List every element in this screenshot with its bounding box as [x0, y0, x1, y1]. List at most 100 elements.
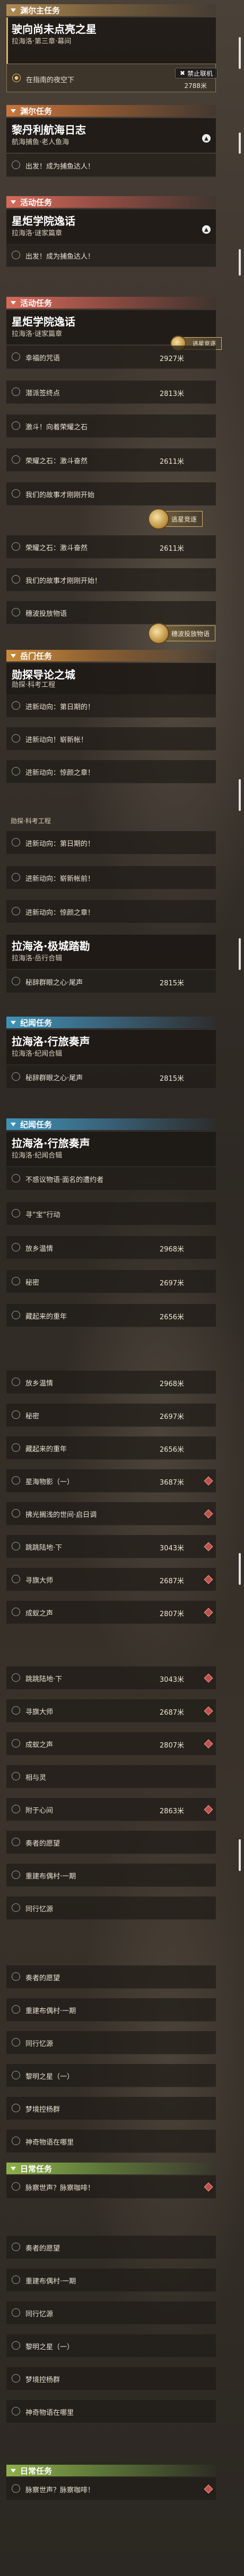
realm-quest-3-step[interactable]: 梦境控杨群: [6, 2097, 216, 2120]
scrollbar-thumb[interactable]: [239, 133, 241, 154]
event-quest-2-step[interactable]: 潜派签终点 2813米: [6, 381, 216, 404]
map-pin-icon[interactable]: [204, 1706, 213, 1716]
event-quest-2-step[interactable]: 我们的故事才刚刚开始: [6, 482, 216, 506]
legend-quest-step[interactable]: 进新动向：惊颜之章！: [6, 900, 216, 923]
realm-quest-3-step[interactable]: 秘密 2697米: [6, 1270, 216, 1293]
side-quest-card[interactable]: 黎丹利航海日志 航海捕鱼·老人鱼海 ▲: [6, 118, 216, 153]
realm-quest-3-step[interactable]: 奏者的愿望: [6, 1831, 216, 1854]
realm-quest-3-step[interactable]: 成蚁之声 2807米: [6, 1601, 216, 1624]
realm-quest-3-step[interactable]: 寻旗大师 2687米: [6, 1699, 216, 1723]
realm-step-dist: 2697米: [159, 1280, 184, 1287]
realm-quest-3-step[interactable]: 重建布偶村·一期: [6, 1864, 216, 1887]
disable-coop-button[interactable]: ✖ 禁止联机: [175, 68, 218, 78]
side-quest-step[interactable]: 出发！成为捕鱼达人！: [6, 154, 216, 177]
realm-quest-3-step[interactable]: 黎明之星（一）: [6, 2064, 216, 2087]
event-quest-header[interactable]: 活动任务: [6, 196, 216, 208]
event-quest-2-step[interactable]: 荣耀之石：激斗奋然 2611米: [6, 535, 216, 559]
legend-quest-step[interactable]: 进新动向：崭新帐前！: [6, 866, 216, 889]
map-pin-icon[interactable]: [204, 1575, 213, 1584]
map-pin-icon[interactable]: [204, 1476, 213, 1486]
realm-quest-3-title: 拉海洛·行旅奏声: [12, 1137, 90, 1150]
event-step-label: 幸福的咒语: [25, 355, 60, 363]
realm-quest-3-step[interactable]: 同行忆源: [6, 1896, 216, 1920]
realm-quest-header[interactable]: 纪闻任务: [6, 1017, 216, 1028]
map-pin-icon[interactable]: [204, 1509, 213, 1519]
event-quest-step[interactable]: 出发！成为捕鱼达人！: [6, 244, 216, 267]
map-pin-icon[interactable]: [204, 1739, 213, 1749]
realm-quest-4-step[interactable]: 重建布偶村·一期: [6, 2269, 216, 2292]
realm-quest-3-step[interactable]: 星海物影（一） 3687米: [6, 1469, 216, 1493]
realm-step-label: 秘密: [25, 1413, 40, 1421]
map-pin-icon[interactable]: [204, 1805, 213, 1814]
legend-quest-header[interactable]: 岳门任务: [6, 650, 216, 661]
realm-quest-3-step[interactable]: 成蚁之声 2807米: [6, 1732, 216, 1755]
realm-quest-3-step[interactable]: 藏起来的重年 2656米: [6, 1304, 216, 1327]
realm-quest-3-step[interactable]: 奏者的愿望: [6, 1965, 216, 1989]
realm-quest-3-step[interactable]: 同行忆源: [6, 2031, 216, 2054]
realm-quest-4-step[interactable]: 黎明之星（一）: [6, 2334, 216, 2358]
realm-quest-3-step[interactable]: 跳跳陆地·下 3043米: [6, 1666, 216, 1690]
main-quest-header[interactable]: 渊尔主任务: [6, 4, 216, 16]
main-quest-card[interactable]: 驶向尚未点亮之星 拉海洛·第三章·幕间: [6, 17, 216, 64]
legend-quest-step[interactable]: 进新动向！崭新帐！: [6, 727, 216, 751]
realm-quest-4-step[interactable]: 梦境控杨群: [6, 2367, 216, 2390]
daily-quest-step[interactable]: 脉察世声？脉察咖啡！: [6, 2175, 216, 2199]
map-pin-icon[interactable]: [204, 1542, 213, 1551]
story-event-banner[interactable]: 穗波投放物语: [148, 623, 216, 644]
scrollbar-thumb[interactable]: [239, 779, 241, 811]
legend-quest-card[interactable]: 勋探导论之城 勋探·科考工程: [6, 663, 216, 694]
scrollbar-thumb[interactable]: [239, 37, 241, 69]
realm-quest-3-step[interactable]: 重建布偶村·一期: [6, 1998, 216, 2022]
navigate-arrow-icon[interactable]: ▲: [202, 225, 211, 234]
event-quest-2-step[interactable]: 荣耀之石：激斗奋然 2611米: [6, 448, 216, 472]
realm-quest-header-label: 纪闻任务: [20, 1018, 53, 1028]
event-quest-2-step[interactable]: 穗波投放物语: [6, 601, 216, 624]
tracking-radio-icon: [12, 2182, 20, 2191]
daily-quest-header[interactable]: 日常任务: [6, 2163, 216, 2174]
realm-quest-3-step[interactable]: 不惑议物语·面名的遭约者: [6, 1167, 216, 1190]
event-quest-2-step[interactable]: 幸福的咒语 2927米: [6, 346, 216, 369]
realm-quest-3-step[interactable]: 拂光搁浅的世间·启日调: [6, 1502, 216, 1525]
realm-quest-step[interactable]: 秘辞群眼之心·尾声 2815米: [6, 970, 216, 993]
scrollbar-thumb[interactable]: [239, 938, 241, 970]
realm-quest-3-step[interactable]: 跳跳陆地·下 3043米: [6, 1535, 216, 1558]
realm-quest-4-step[interactable]: 神奇物语在哪里: [6, 2400, 216, 2423]
realm-quest-3-step[interactable]: 寻旗大师 2687米: [6, 1568, 216, 1591]
daily-quest-2-step[interactable]: 脉察世声？脉察咖啡！: [6, 2477, 216, 2501]
realm-quest-3-step[interactable]: 寻“宝”行动: [6, 1202, 216, 1225]
race-event-banner[interactable]: 逃星竞逐: [148, 508, 203, 530]
map-pin-icon[interactable]: [204, 2182, 213, 2192]
scrollbar-thumb[interactable]: [239, 1839, 241, 1871]
realm-quest-2-step[interactable]: 秘辞群眼之心·尾声 2815米: [6, 1065, 216, 1089]
legend-quest-step[interactable]: 进新动向：惊颜之章！: [6, 760, 216, 783]
realm-quest-3-step[interactable]: 藏起来的重年 2656米: [6, 1436, 216, 1460]
event-quest-card[interactable]: 星炬学院逸话 拉海洛·谜家篇章 ▲: [6, 209, 216, 244]
realm-quest-3-step[interactable]: 神奇物语在哪里: [6, 2130, 216, 2153]
realm-quest-3-step[interactable]: 附于心间 2863米: [6, 1798, 216, 1821]
legend-quest-step[interactable]: 进新动向：第日期的！: [6, 831, 216, 854]
realm-quest-2-card[interactable]: 拉海洛·行旅奏声 拉海洛·纪闻合辑: [6, 1029, 216, 1064]
daily-quest-2-header[interactable]: 日常任务: [6, 2465, 216, 2476]
side-quest-header[interactable]: 渊尔任务: [6, 105, 216, 117]
navigate-arrow-icon[interactable]: ▲: [202, 134, 211, 143]
realm-quest-3-card[interactable]: 拉海洛·行旅奏声 拉海洛·纪闻合辑: [6, 1131, 216, 1166]
event-quest-2-header[interactable]: 活动任务: [6, 297, 216, 308]
event-quest-2-step[interactable]: 激斗！向着荣耀之石: [6, 414, 216, 438]
realm-quest-card[interactable]: 拉海洛·极城踏勘 拉海洛·岳行合辑: [6, 934, 216, 969]
event-quest-2-step[interactable]: 我们的故事才刚刚开始！: [6, 568, 216, 592]
realm-quest-3-step[interactable]: 放乡温情 2968米: [6, 1371, 216, 1394]
scrollbar-thumb[interactable]: [239, 1553, 241, 1585]
realm-quest-4-step[interactable]: 奏者的愿望: [6, 2236, 216, 2259]
realm-quest-3-step[interactable]: 秘密 2697米: [6, 1404, 216, 1427]
realm-quest-3-step[interactable]: 放乡温情 2968米: [6, 1236, 216, 1259]
scrollbar-thumb[interactable]: [239, 249, 241, 276]
realm-quest-4-step[interactable]: 同行忆源: [6, 2301, 216, 2325]
realm-quest-2-header[interactable]: 纪闻任务: [6, 1118, 216, 1130]
legend-quest-step[interactable]: 进新动向：第日期的！: [6, 694, 216, 718]
event-quest-subtitle: 拉海洛·谜家篇章: [12, 230, 63, 237]
map-pin-icon[interactable]: [204, 2484, 213, 2494]
map-pin-icon[interactable]: [204, 1673, 213, 1683]
realm-quest-2-subtitle: 拉海洛·纪闻合辑: [12, 1050, 63, 1058]
map-pin-icon[interactable]: [204, 1608, 213, 1617]
realm-quest-3-step[interactable]: 相与灵: [6, 1765, 216, 1788]
